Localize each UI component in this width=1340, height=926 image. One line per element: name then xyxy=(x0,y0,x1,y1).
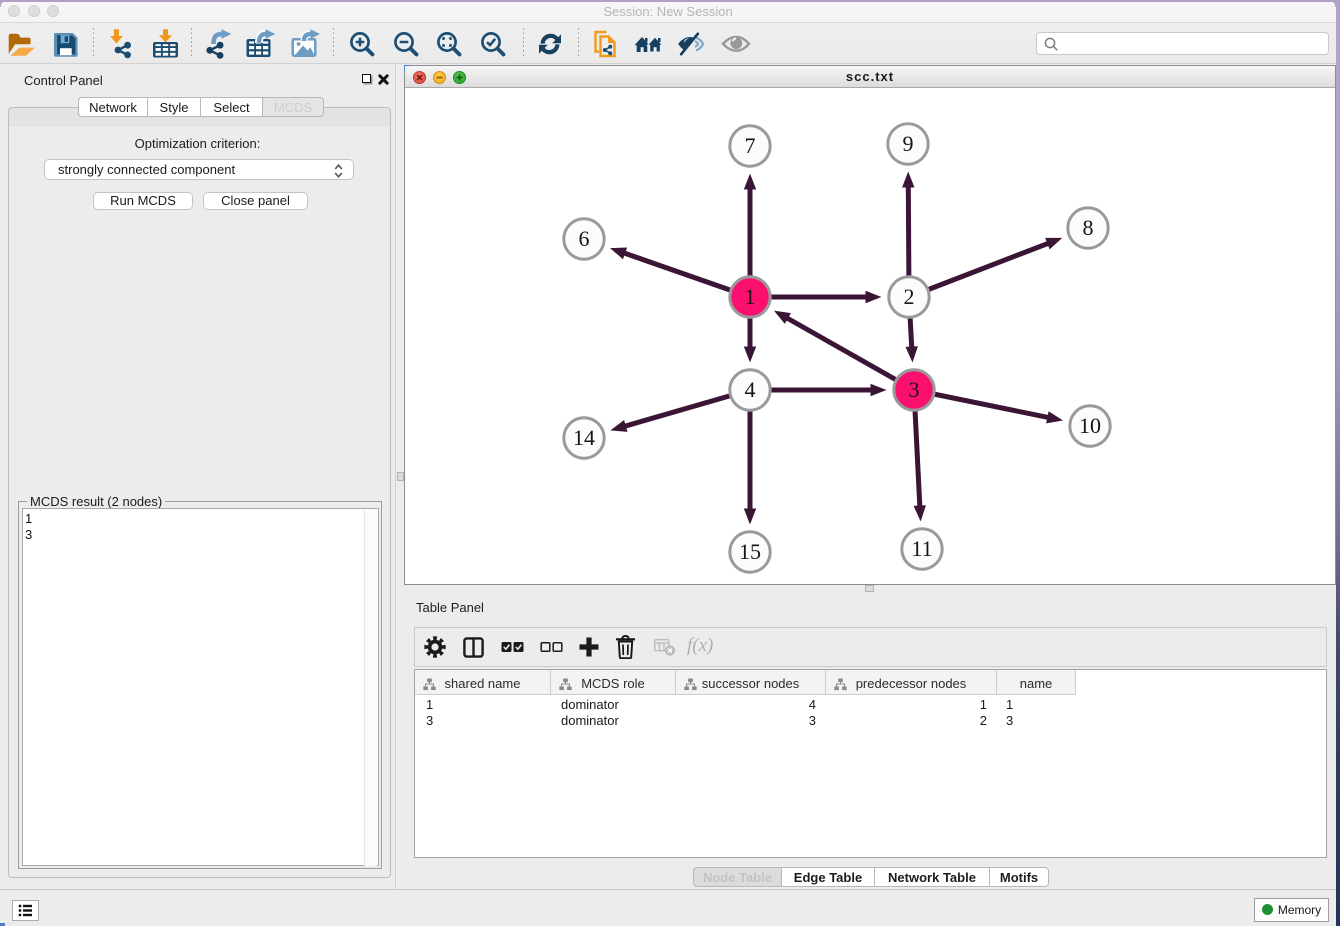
svg-text:15: 15 xyxy=(739,539,761,564)
svg-text:1: 1 xyxy=(745,284,756,309)
svg-text:7: 7 xyxy=(745,133,756,158)
svg-text:3: 3 xyxy=(909,377,920,402)
svg-text:4: 4 xyxy=(745,377,756,402)
svg-text:10: 10 xyxy=(1079,413,1101,438)
svg-text:8: 8 xyxy=(1083,215,1094,240)
svg-text:14: 14 xyxy=(573,425,595,450)
svg-text:2: 2 xyxy=(904,284,915,309)
svg-text:9: 9 xyxy=(903,131,914,156)
svg-text:11: 11 xyxy=(911,536,932,561)
svg-text:6: 6 xyxy=(579,226,590,251)
